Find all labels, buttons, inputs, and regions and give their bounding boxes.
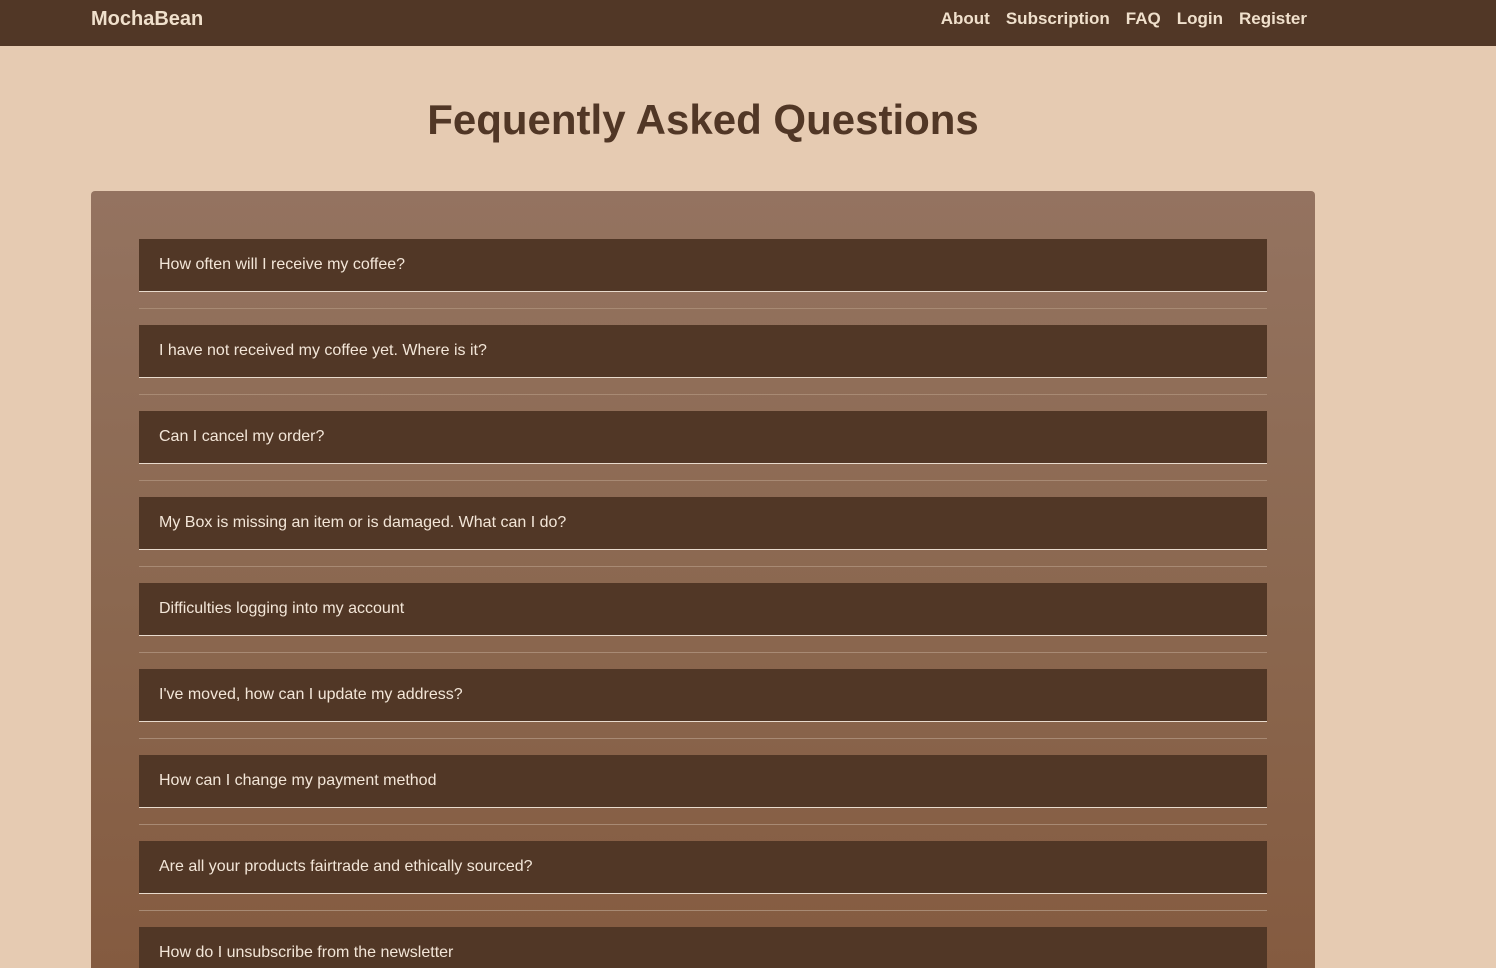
faq-divider: [139, 394, 1267, 395]
faq-item: How often will I receive my coffee?: [139, 239, 1267, 325]
nav-link-register[interactable]: Register: [1239, 9, 1307, 29]
faq-divider: [139, 480, 1267, 481]
nav-link-about[interactable]: About: [941, 9, 990, 29]
faq-item: I have not received my coffee yet. Where…: [139, 325, 1267, 411]
faq-item: Can I cancel my order?: [139, 411, 1267, 497]
faq-divider: [139, 738, 1267, 739]
faq-item: My Box is missing an item or is damaged.…: [139, 497, 1267, 583]
faq-item: I've moved, how can I update my address?: [139, 669, 1267, 755]
faq-list: How often will I receive my coffee? I ha…: [139, 239, 1267, 968]
faq-question-update-address[interactable]: I've moved, how can I update my address?: [139, 669, 1267, 722]
faq-divider: [139, 308, 1267, 309]
faq-question-not-received[interactable]: I have not received my coffee yet. Where…: [139, 325, 1267, 378]
faq-divider: [139, 652, 1267, 653]
faq-question-login-difficulties[interactable]: Difficulties logging into my account: [139, 583, 1267, 636]
page-title: Fequently Asked Questions: [427, 96, 979, 143]
faq-question-missing-item[interactable]: My Box is missing an item or is damaged.…: [139, 497, 1267, 550]
nav-link-faq[interactable]: FAQ: [1126, 9, 1161, 29]
nav-links: About Subscription FAQ Login Register: [941, 9, 1307, 29]
faq-item: How can I change my payment method: [139, 755, 1267, 841]
brand-logo[interactable]: MochaBean: [91, 8, 203, 31]
faq-question-fairtrade[interactable]: Are all your products fairtrade and ethi…: [139, 841, 1267, 894]
faq-panel: How often will I receive my coffee? I ha…: [91, 191, 1315, 968]
nav-link-subscription[interactable]: Subscription: [1006, 9, 1110, 29]
faq-divider: [139, 824, 1267, 825]
faq-question-payment-method[interactable]: How can I change my payment method: [139, 755, 1267, 808]
faq-item: Are all your products fairtrade and ethi…: [139, 841, 1267, 927]
navbar: MochaBean About Subscription FAQ Login R…: [0, 0, 1496, 46]
faq-divider: [139, 910, 1267, 911]
faq-question-cancel-order[interactable]: Can I cancel my order?: [139, 411, 1267, 464]
faq-question-receive-frequency[interactable]: How often will I receive my coffee?: [139, 239, 1267, 292]
faq-divider: [139, 566, 1267, 567]
faq-item: How do I unsubscribe from the newsletter: [139, 927, 1267, 968]
faq-question-unsubscribe[interactable]: How do I unsubscribe from the newsletter: [139, 927, 1267, 968]
nav-link-login[interactable]: Login: [1177, 9, 1223, 29]
faq-item: Difficulties logging into my account: [139, 583, 1267, 669]
